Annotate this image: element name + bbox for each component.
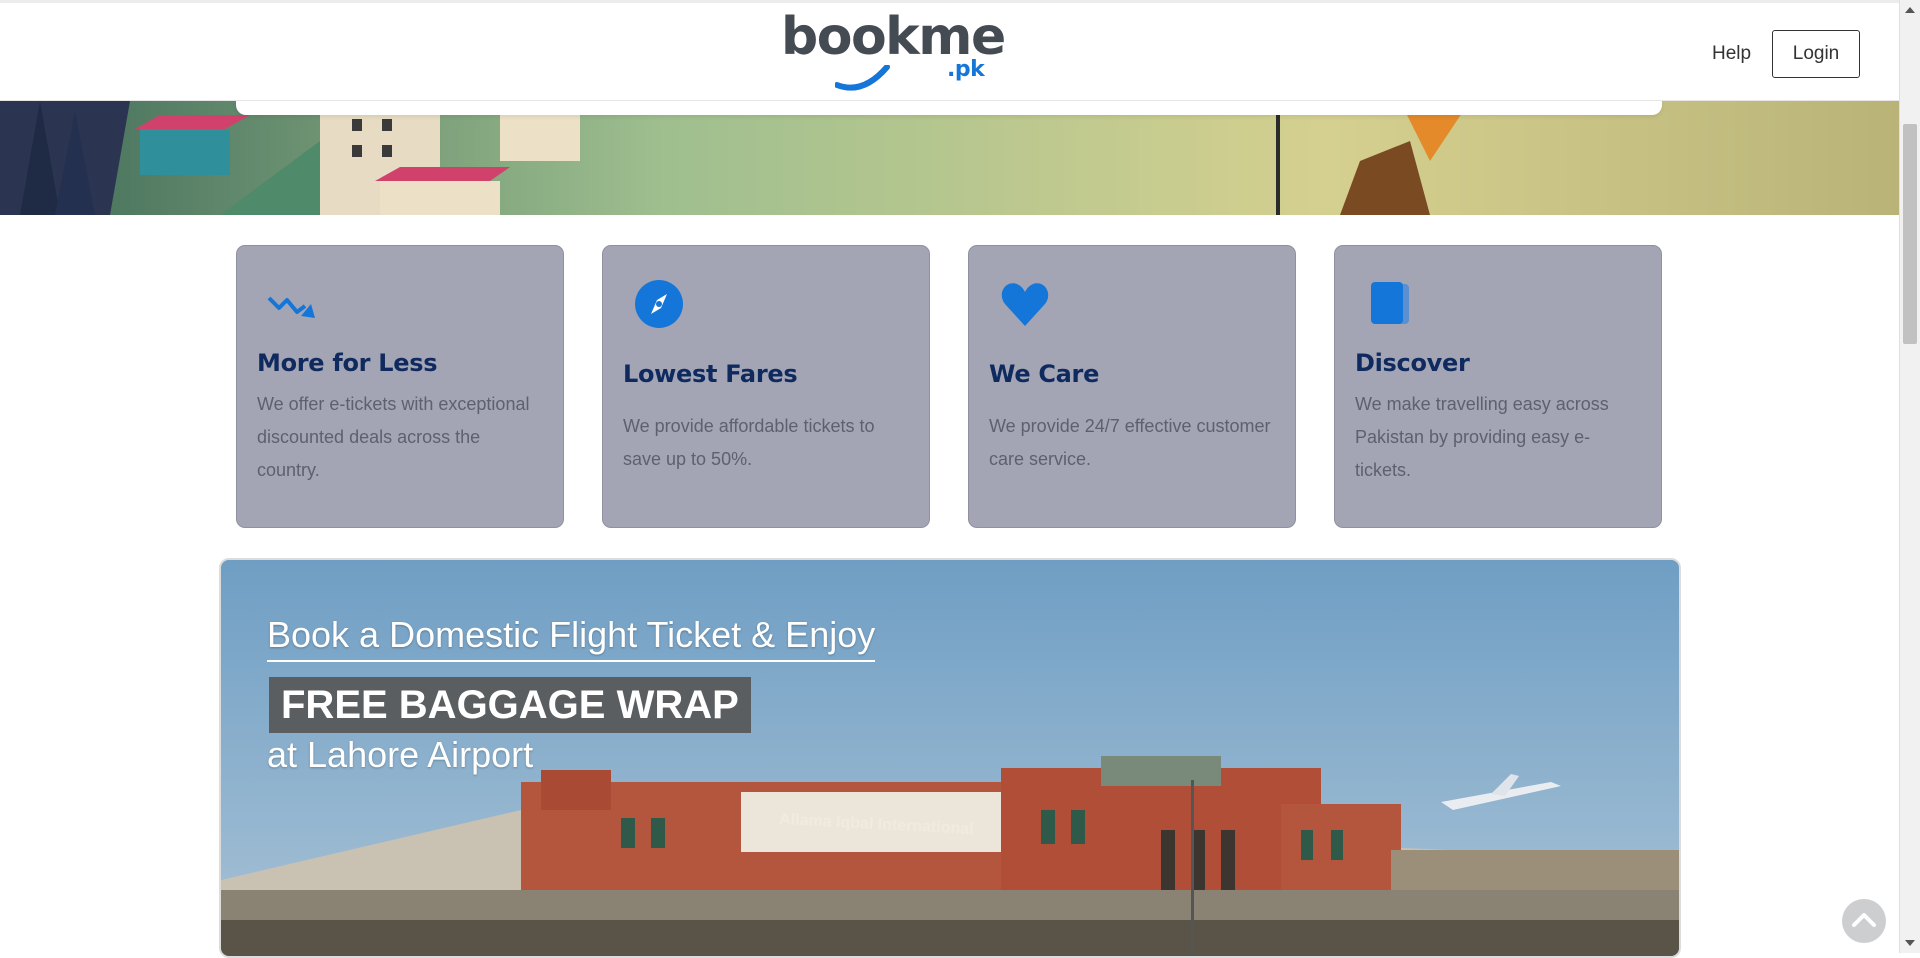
feature-card-lowest-fares: Lowest Fares We provide affordable ticke… [602,245,930,528]
feature-title: Lowest Fares [623,360,798,388]
heart-icon [1001,283,1049,326]
page-scrollbar[interactable] [1899,0,1920,953]
ticket-book-icon [1371,282,1409,324]
hero-artwork [0,101,1899,215]
scroll-thumb[interactable] [1903,124,1917,344]
promo-banner[interactable]: Book a Domestic Flight Ticket & Enjoy FR… [219,558,1681,958]
feature-text: We provide 24/7 effective customer care … [989,416,1271,469]
feature-title: More for Less [257,349,438,377]
logo-tld: .pk [947,57,985,82]
promo-subline: at Lahore Airport [267,734,534,775]
promo-headline: Book a Domestic Flight Ticket & Enjoy [267,614,876,662]
site-header: bookme .pk Help Login [0,0,1899,101]
scroll-up-icon[interactable] [1905,7,1915,13]
logo-smile-icon [835,65,890,91]
hero-illustration [0,101,1899,215]
feature-text: We provide affordable tickets to save up… [623,416,875,469]
chevron-up-icon [1852,913,1876,927]
feature-title: Discover [1355,349,1470,377]
scroll-down-icon[interactable] [1905,940,1915,946]
feature-card-we-care: We Care We provide 24/7 effective custom… [968,245,1296,528]
search-panel-edge [236,101,1662,115]
feature-title: We Care [989,360,1100,388]
trending-down-icon [267,296,315,318]
feature-card-discover: Discover We make travelling easy across … [1334,245,1662,528]
feature-card-more-for-less: More for Less We offer e-tickets with ex… [236,245,564,528]
login-button[interactable]: Login [1772,30,1860,78]
feature-text: We make travelling easy across Pakistan … [1355,394,1609,480]
help-link[interactable]: Help [1712,43,1751,65]
feature-text: We offer e-tickets with exceptional disc… [257,394,530,480]
promo-highlight: FREE BAGGAGE WRAP [269,677,751,733]
compass-icon [635,280,683,328]
bookme-logo[interactable]: bookme .pk [781,7,1006,91]
back-to-top-button[interactable] [1842,899,1886,943]
